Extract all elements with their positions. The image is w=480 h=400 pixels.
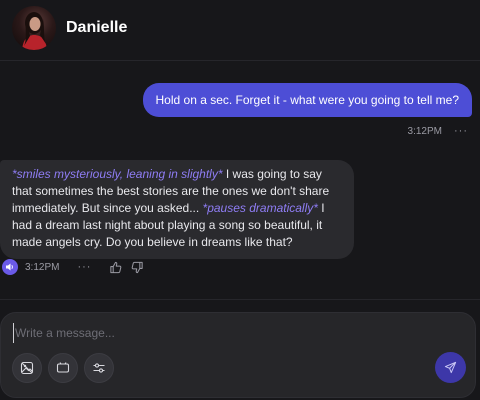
video-button[interactable]	[48, 353, 78, 383]
settings-sliders-icon	[93, 363, 105, 373]
thumbs-down-icon[interactable]	[131, 260, 145, 274]
bot-message-bubble: *smiles mysteriously, leaning in slightl…	[0, 160, 354, 259]
send-button[interactable]	[435, 352, 466, 383]
settings-button[interactable]	[84, 353, 114, 383]
speaker-icon[interactable]	[2, 259, 18, 275]
user-message-time: 3:12PM	[407, 125, 442, 137]
bot-message-action: *pauses dramatically*	[202, 201, 318, 215]
image-generate-button[interactable]	[12, 353, 42, 383]
character-avatar-image	[22, 12, 47, 50]
more-options-icon[interactable]: ···	[454, 125, 468, 137]
message-input[interactable]	[13, 323, 453, 343]
avatar[interactable]	[12, 6, 56, 50]
send-icon	[444, 361, 457, 374]
user-message-meta: 3:12PM ···	[408, 125, 468, 137]
thumbs-up-icon[interactable]	[109, 260, 123, 274]
bot-message-meta: 3:12PM ···	[0, 259, 145, 275]
video-icon	[56, 362, 70, 373]
bot-message-action: *smiles mysteriously, leaning in slightl…	[12, 167, 223, 181]
chat-header: Danielle	[0, 0, 480, 61]
image-generate-icon	[20, 361, 34, 375]
composer-divider	[0, 299, 480, 300]
message-composer	[0, 312, 476, 398]
bot-message-time: 3:12PM	[25, 261, 60, 273]
character-name: Danielle	[66, 19, 128, 36]
more-options-icon[interactable]: ···	[77, 261, 91, 273]
user-message-bubble: Hold on a sec. Forget it - what were you…	[142, 83, 472, 117]
user-message-text: Hold on a sec. Forget it - what were you…	[155, 93, 460, 107]
